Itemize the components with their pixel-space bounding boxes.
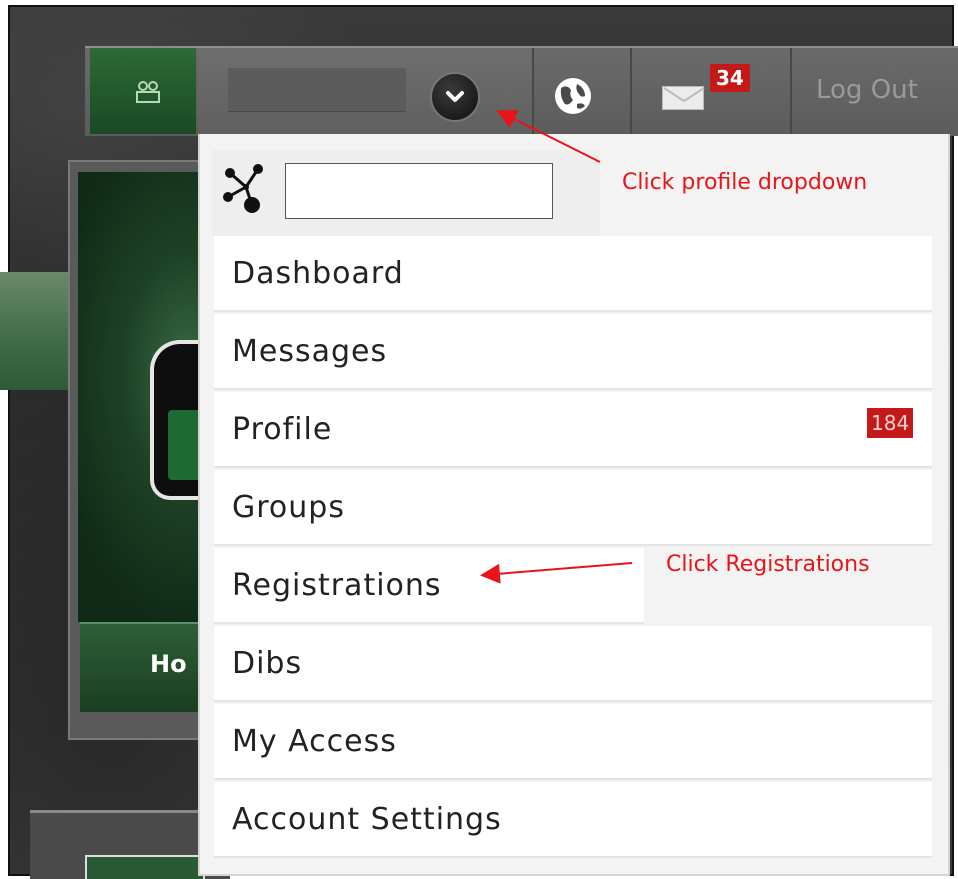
menu-item-label: Groups bbox=[232, 490, 345, 525]
username-display[interactable] bbox=[228, 68, 406, 112]
menu-item-my-access[interactable]: My Access bbox=[214, 704, 932, 780]
logout-link[interactable]: Log Out bbox=[816, 75, 918, 105]
globe-icon[interactable] bbox=[555, 78, 591, 114]
menu-item-dashboard[interactable]: Dashboard bbox=[214, 236, 932, 312]
menu-item-registrations[interactable]: Registrations bbox=[214, 548, 644, 624]
messages-count-badge: 34 bbox=[710, 64, 750, 92]
menu-item-label: Profile bbox=[232, 412, 333, 447]
network-icon bbox=[222, 163, 268, 215]
menu-item-dibs[interactable]: Dibs bbox=[214, 626, 932, 702]
menu-item-messages[interactable]: Messages bbox=[214, 314, 932, 390]
menu-item-account-settings[interactable]: Account Settings bbox=[214, 782, 932, 858]
menu-item-groups[interactable]: Groups bbox=[214, 470, 932, 546]
menu-item-label: Registrations bbox=[232, 568, 442, 603]
topbar-divider bbox=[630, 48, 632, 134]
profile-dropdown-annotation: Click profile dropdown bbox=[622, 170, 868, 195]
menu-item-label: Dibs bbox=[232, 646, 303, 681]
menu-item-label: Messages bbox=[232, 334, 388, 369]
background-bottom-tab bbox=[85, 855, 205, 879]
dropdown-search-input[interactable] bbox=[285, 163, 553, 219]
menu-item-label: My Access bbox=[232, 724, 397, 759]
envelope-icon[interactable] bbox=[662, 86, 705, 110]
registrations-annotation: Click Registrations bbox=[666, 552, 870, 577]
topbar-divider bbox=[532, 48, 534, 134]
home-tab[interactable] bbox=[80, 622, 216, 712]
profile-dropdown-button[interactable] bbox=[430, 72, 480, 122]
menu-item-label: Account Settings bbox=[232, 802, 502, 837]
profile-count-badge: 184 bbox=[867, 408, 914, 438]
home-tab-label: Ho bbox=[150, 650, 187, 678]
menu-item-label: Dashboard bbox=[232, 256, 404, 291]
user-group-icon bbox=[135, 78, 161, 104]
topbar-divider bbox=[790, 48, 792, 134]
chevron-down-icon bbox=[446, 91, 464, 102]
menu-item-profile[interactable]: Profile bbox=[214, 392, 932, 468]
